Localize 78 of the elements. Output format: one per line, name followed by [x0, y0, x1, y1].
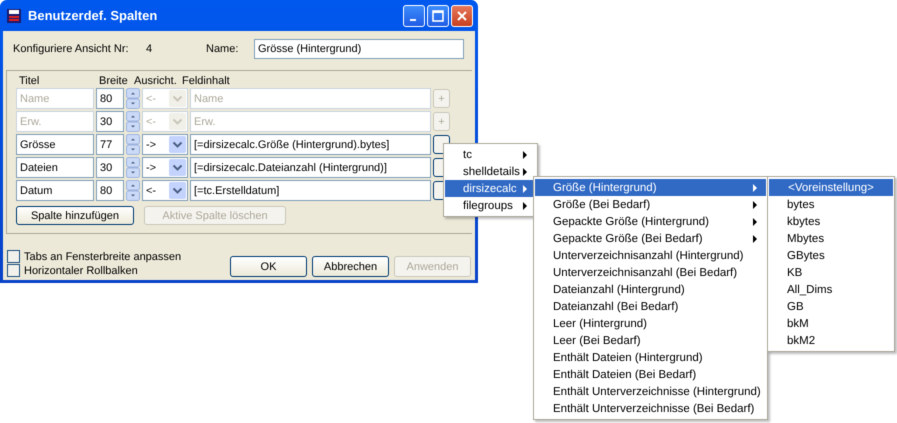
- maximize-button[interactable]: [427, 4, 449, 26]
- menu-item[interactable]: Größe (Bei Bedarf): [535, 196, 766, 213]
- spin-button[interactable]: [126, 180, 140, 201]
- spin-arrows-icon: [126, 88, 140, 109]
- chevron-down-icon: [169, 182, 186, 199]
- floppy-icon: [6, 8, 22, 24]
- column-action-button[interactable]: Spalte hinzufügen: [16, 206, 134, 225]
- spin-button[interactable]: [126, 157, 140, 178]
- column-header: Feldinhalt: [182, 75, 230, 87]
- menu-item[interactable]: Leer (Bei Bedarf): [535, 332, 766, 349]
- minimize-icon: [410, 18, 416, 20]
- menu-item[interactable]: Enthält Unterverzeichnisse (Bei Bedarf): [535, 400, 766, 417]
- column-header: Breite: [99, 75, 129, 87]
- alignment-dropdown[interactable]: ->: [142, 134, 188, 155]
- close-button[interactable]: [451, 4, 473, 26]
- menu-item[interactable]: All_Dims: [769, 281, 893, 298]
- menu-item[interactable]: kbytes: [769, 213, 893, 230]
- menu-item[interactable]: Enthält Unterverzeichnisse (Hintergrund): [535, 383, 766, 400]
- title-field[interactable]: Dateien: [16, 157, 94, 178]
- width-field[interactable]: 77: [96, 134, 124, 155]
- menu-item[interactable]: Unterverzeichnisanzahl (Bei Bedarf): [535, 264, 766, 281]
- menu-item[interactable]: Größe (Hintergrund): [535, 179, 766, 196]
- minimize-button[interactable]: [403, 4, 425, 26]
- spin-arrows-icon: [126, 180, 140, 201]
- window-title: Benutzerdef. Spalten: [28, 8, 158, 23]
- checkbox[interactable]: [7, 264, 20, 277]
- menu-item[interactable]: <Voreinstellung>: [769, 179, 893, 196]
- menu-item[interactable]: Dateianzahl (Hintergrund): [535, 281, 766, 298]
- menu-item[interactable]: Mbytes: [769, 230, 893, 247]
- checkbox-label: Tabs an Fensterbreite anpassen: [24, 250, 182, 262]
- name-label: Name:: [206, 43, 240, 55]
- chevron-down-icon: [169, 159, 186, 176]
- menu-item[interactable]: dirsizecalc: [445, 180, 536, 197]
- menu-item[interactable]: Enthält Dateien (Hintergrund): [535, 349, 766, 366]
- menu-item[interactable]: bkM: [769, 315, 893, 332]
- column-header: Ausricht.: [134, 75, 178, 87]
- view-number: 4: [146, 43, 154, 55]
- menu-item[interactable]: Dateianzahl (Bei Bedarf): [535, 298, 766, 315]
- width-field[interactable]: 80: [96, 180, 124, 201]
- dialog-button[interactable]: OK: [230, 256, 307, 277]
- alignment-dropdown[interactable]: <-: [142, 180, 188, 201]
- menu-item[interactable]: shelldetails: [445, 163, 536, 180]
- maximize-icon: [432, 10, 444, 22]
- chevron-down-icon: [169, 136, 186, 153]
- width-field[interactable]: 30: [96, 157, 124, 178]
- menu-item[interactable]: Leer (Hintergrund): [535, 315, 766, 332]
- menu-item[interactable]: Unterverzeichnisanzahl (Hintergrund): [535, 247, 766, 264]
- menu-item[interactable]: bytes: [769, 196, 893, 213]
- menu-item[interactable]: filegroups: [445, 197, 536, 214]
- menu-item[interactable]: KB: [769, 264, 893, 281]
- checkbox[interactable]: [7, 250, 20, 263]
- menu-item[interactable]: Gepackte Größe (Bei Bedarf): [535, 230, 766, 247]
- title-field[interactable]: Grösse: [16, 134, 94, 155]
- dialog-button[interactable]: Abbrechen: [312, 256, 389, 277]
- close-icon: [456, 10, 468, 22]
- view-number-label: Konfiguriere Ansicht Nr:: [13, 43, 130, 55]
- field-content-input[interactable]: [=dirsizecalc.Dateianzahl (Hintergrund)]: [190, 157, 431, 178]
- alignment-dropdown[interactable]: ->: [142, 157, 188, 178]
- name-field[interactable]: Grösse (Hintergrund): [254, 39, 464, 59]
- menu-item[interactable]: tc: [445, 146, 536, 163]
- menu-item[interactable]: GB: [769, 298, 893, 315]
- chevron-down-icon: [169, 90, 186, 107]
- menu-item[interactable]: GBytes: [769, 247, 893, 264]
- column-header: Titel: [18, 75, 40, 87]
- spin-button[interactable]: [126, 134, 140, 155]
- menu-item[interactable]: Enthält Dateien (Bei Bedarf): [535, 366, 766, 383]
- chevron-down-icon: [169, 113, 186, 130]
- field-content-input[interactable]: [=tc.Erstelldatum]: [190, 180, 431, 201]
- field-content-input[interactable]: [=dirsizecalc.Größe (Hintergrund).bytes]: [190, 134, 431, 155]
- checkbox-label: Horizontaler Rollbalken: [24, 264, 138, 276]
- spin-arrows-icon: [126, 111, 140, 132]
- spin-arrows-icon: [126, 134, 140, 155]
- spin-arrows-icon: [126, 157, 140, 178]
- spin-button[interactable]: [126, 88, 140, 109]
- spin-button[interactable]: [126, 111, 140, 132]
- title-field[interactable]: Datum: [16, 180, 94, 201]
- menu-item[interactable]: Gepackte Größe (Hintergrund): [535, 213, 766, 230]
- menu-item[interactable]: bkM2: [769, 332, 893, 349]
